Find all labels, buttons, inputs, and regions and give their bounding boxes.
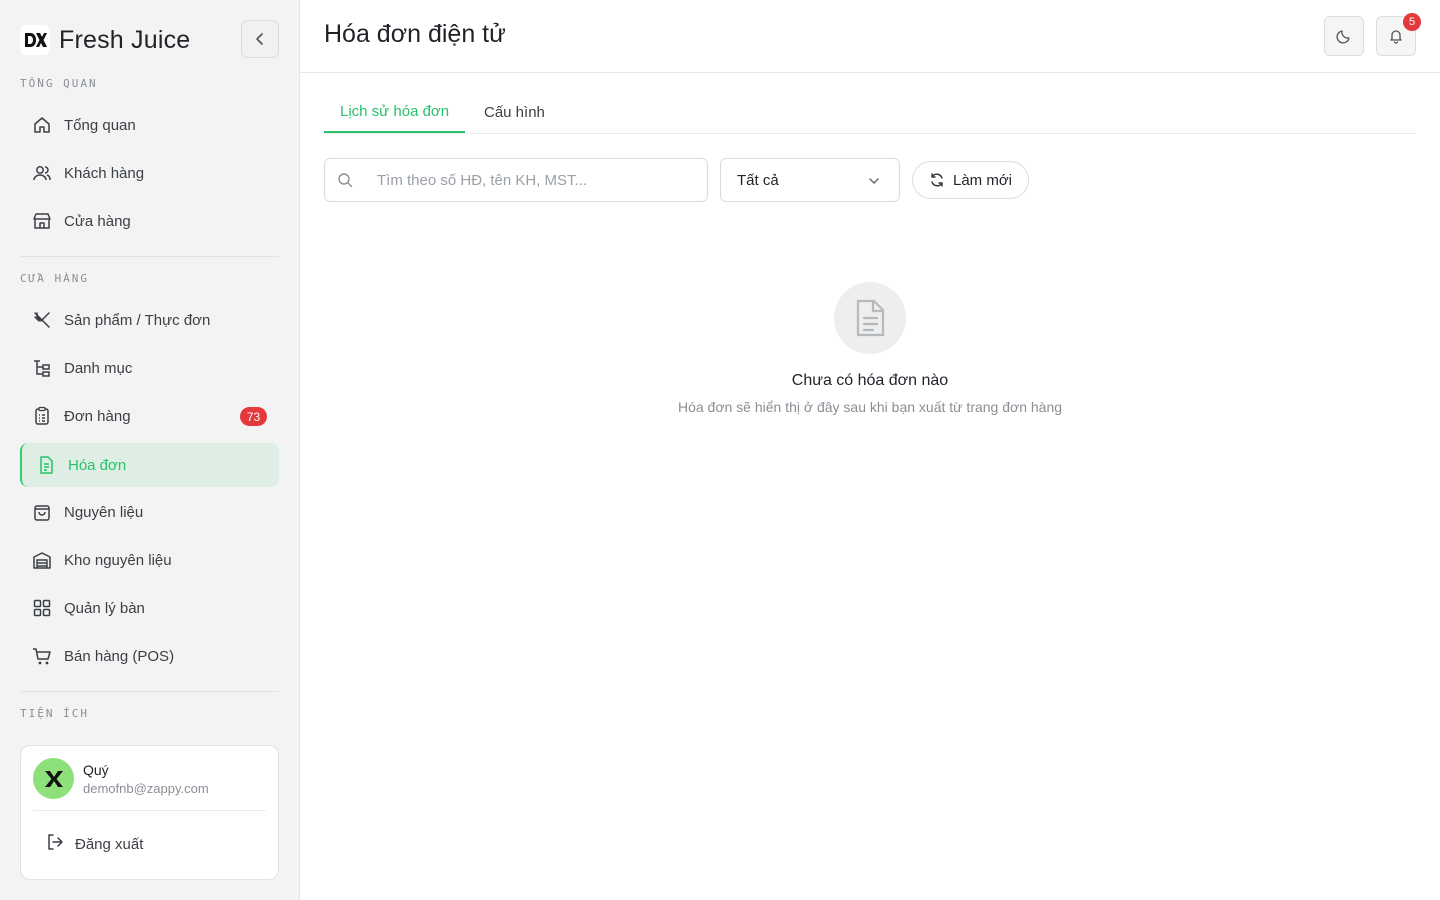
chevron-down-icon <box>869 178 879 184</box>
brand[interactable]: Fresh Juice <box>20 22 190 58</box>
sidebar-divider <box>20 256 279 257</box>
sidebar-item-label: Sản phẩm / Thực đơn <box>64 311 211 329</box>
sidebar-item-label: Nguyên liệu <box>64 503 144 521</box>
theme-toggle-button[interactable] <box>1324 16 1364 56</box>
search-input[interactable] <box>365 159 700 201</box>
empty-state-icon-wrap <box>834 282 906 354</box>
collapse-sidebar-button[interactable] <box>241 20 279 58</box>
user-card-divider <box>33 810 266 811</box>
logout-button[interactable]: Đăng xuất <box>33 824 266 864</box>
clipboard-icon <box>32 406 52 426</box>
section-label-overview: TỔNG QUAN <box>20 77 98 90</box>
page-title: Hóa đơn điện tử <box>324 20 506 48</box>
bell-icon <box>1390 30 1402 44</box>
empty-document-icon <box>856 299 885 337</box>
sidebar-item-label: Đơn hàng <box>64 407 131 425</box>
home-icon <box>32 115 52 135</box>
sidebar-item-label: Quản lý bàn <box>64 599 145 617</box>
tab-invoice-history[interactable]: Lịch sử hóa đơn <box>324 92 466 133</box>
sidebar-item-overview[interactable]: Tổng quan <box>20 103 279 147</box>
utensils-icon <box>32 310 52 330</box>
sidebar: Fresh Juice TỔNG QUAN Tổng quan Khách hà… <box>0 0 300 900</box>
grid-icon <box>32 598 52 618</box>
empty-state-title: Chưa có hóa đơn nào <box>791 372 949 389</box>
sidebar-item-label: Danh mục <box>64 359 133 377</box>
sidebar-item-tables[interactable]: Quản lý bàn <box>20 586 279 630</box>
sidebar-item-label: Cửa hàng <box>64 212 131 230</box>
users-icon <box>32 163 52 183</box>
sidebar-item-categories[interactable]: Danh mục <box>20 346 279 390</box>
sidebar-item-orders[interactable]: Đơn hàng 73 <box>20 394 279 438</box>
page-header: Hóa đơn điện tử 5 <box>300 0 1440 73</box>
store-icon <box>32 211 52 231</box>
sidebar-item-pos[interactable]: Bán hàng (POS) <box>20 634 279 678</box>
sidebar-item-invoices[interactable]: Hóa đơn <box>20 443 279 487</box>
brand-logo <box>20 25 50 55</box>
refresh-icon <box>931 173 943 187</box>
notification-count-badge: 5 <box>1403 13 1421 31</box>
refresh-button[interactable]: Làm mới <box>912 161 1029 199</box>
status-filter-select[interactable]: Tất cả <box>720 158 900 202</box>
search-icon <box>337 172 353 193</box>
sidebar-item-customers[interactable]: Khách hàng <box>20 151 279 195</box>
user-email: demofnb@zappy.com <box>83 781 209 796</box>
sidebar-item-stores[interactable]: Cửa hàng <box>20 199 279 243</box>
shopping-bag-icon <box>32 502 52 522</box>
sidebar-item-ingredients[interactable]: Nguyên liệu <box>20 490 279 534</box>
notifications-button[interactable]: 5 <box>1376 13 1421 56</box>
sidebar-divider <box>20 691 279 692</box>
warehouse-icon <box>32 550 52 570</box>
sidebar-item-label: Khách hàng <box>64 164 145 182</box>
refresh-label: Làm mới <box>952 171 1012 189</box>
empty-state-description: Hóa đơn sẽ hiển thị ở đây sau khi bạn xu… <box>677 399 1063 415</box>
sidebar-item-label: Bán hàng (POS) <box>64 647 175 665</box>
tab-settings[interactable]: Cấu hình <box>468 92 561 133</box>
logout-label: Đăng xuất <box>75 835 144 853</box>
chevron-left-icon <box>256 33 263 45</box>
user-name: Quý <box>83 762 109 778</box>
sidebar-item-products[interactable]: Sản phẩm / Thực đơn <box>20 298 279 342</box>
logout-icon <box>45 832 65 857</box>
section-label-store: CỬA HÀNG <box>20 272 89 285</box>
sidebar-item-label: Tổng quan <box>64 116 136 134</box>
sidebar-item-label: Hóa đơn <box>68 456 127 474</box>
status-filter-value: Tất cả <box>737 171 779 189</box>
section-label-utilities: TIỆN ÍCH <box>20 707 89 720</box>
sidebar-item-warehouse[interactable]: Kho nguyên liệu <box>20 538 279 582</box>
sidebar-item-label: Kho nguyên liệu <box>64 551 172 569</box>
avatar[interactable] <box>33 758 74 799</box>
category-tree-icon <box>32 358 52 378</box>
search-field[interactable] <box>324 158 708 202</box>
user-card: Quý demofnb@zappy.com Đăng xuất <box>20 745 279 880</box>
moon-icon <box>1336 30 1350 44</box>
document-icon <box>36 455 56 475</box>
brand-name: Fresh Juice <box>59 25 191 54</box>
cart-icon <box>32 646 52 666</box>
orders-count-badge: 73 <box>240 407 267 426</box>
tab-bar: Lịch sử hóa đơn Cấu hình <box>324 92 1416 134</box>
